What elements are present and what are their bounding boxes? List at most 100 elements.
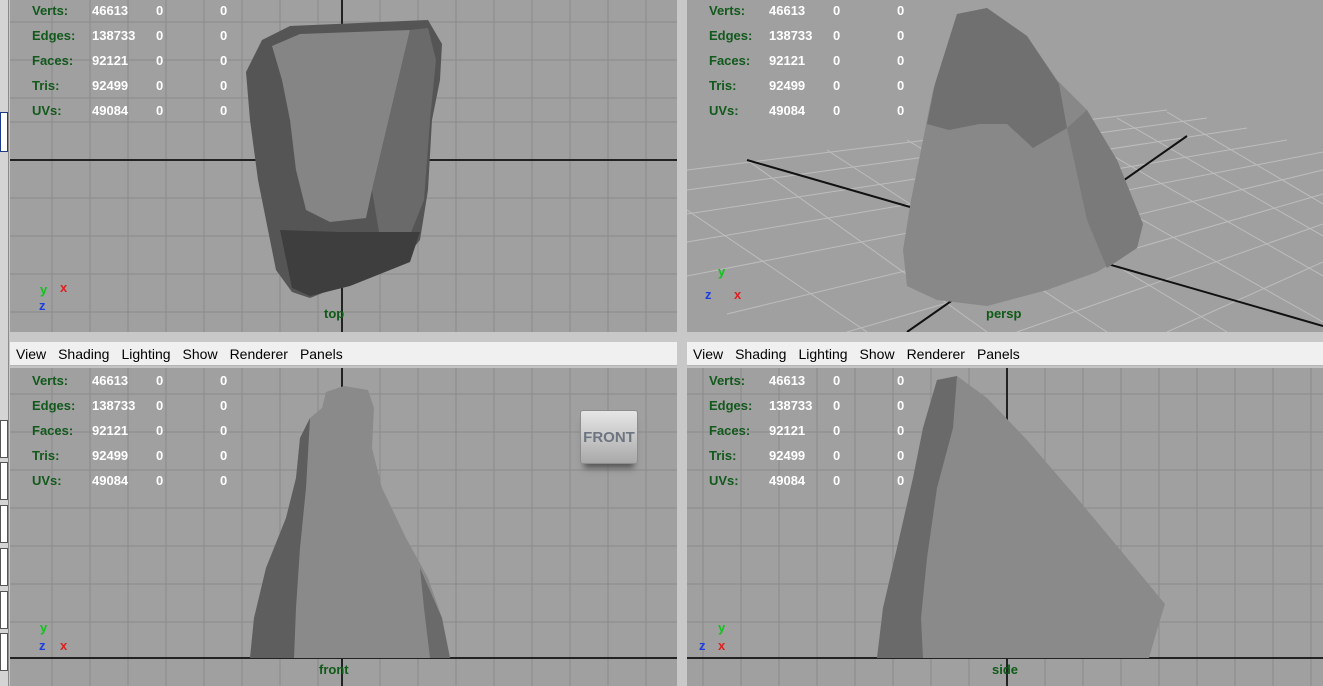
hud-value: 46613	[769, 373, 806, 388]
axis-y-label: y	[40, 282, 48, 297]
grid	[687, 368, 1323, 686]
hud-value: 0	[833, 28, 841, 43]
hud-label-edges: Edges:	[709, 398, 753, 413]
menu-panels[interactable]: Panels	[300, 346, 343, 362]
viewport-pane-side[interactable]: View Shading Lighting Show Renderer Pane…	[687, 342, 1323, 686]
hud-value: 49084	[769, 473, 806, 488]
menu-view[interactable]: View	[16, 346, 46, 362]
hud-label-tris: Tris:	[32, 448, 60, 463]
rock-mesh[interactable]	[877, 376, 1165, 658]
viewport-side[interactable]: side y z x Verts: 46613 0 0 Edges: 138733 0 0 …	[687, 368, 1323, 686]
menu-lighting[interactable]: Lighting	[798, 346, 847, 362]
hud-value: 0	[897, 28, 905, 43]
hud-value: 46613	[92, 373, 129, 388]
tool-icon[interactable]	[0, 591, 8, 629]
hud-value: 0	[897, 398, 905, 413]
hud-label-edges: Edges:	[709, 28, 753, 43]
hud-value: 0	[220, 423, 228, 438]
hud-value: 0	[897, 448, 905, 463]
viewport-persp[interactable]: persp y z x Verts: 46613 0 0 Edges: 138733 0 0…	[687, 0, 1323, 332]
viewport-pane-top[interactable]: top y x z Verts: 46613 0 0 Edges: 138733 0 0 F…	[10, 0, 677, 332]
hud-value: 0	[220, 473, 228, 488]
hud-value: 49084	[92, 103, 129, 118]
hud-value: 0	[897, 103, 905, 118]
menu-shading[interactable]: Shading	[58, 346, 109, 362]
hud-value: 0	[156, 3, 164, 18]
hud-value: 0	[833, 3, 841, 18]
axis-z-label: z	[705, 287, 712, 302]
viewport-pane-persp[interactable]: persp y z x Verts: 46613 0 0 Edges: 138733 0 0…	[687, 0, 1323, 332]
menu-renderer[interactable]: Renderer	[230, 346, 288, 362]
menu-renderer[interactable]: Renderer	[907, 346, 965, 362]
axis-x-label: x	[60, 280, 68, 295]
hud-label-verts: Verts:	[709, 373, 746, 388]
hud-value: 0	[833, 423, 841, 438]
grid	[10, 0, 677, 332]
viewport-front[interactable]: FRONT front y z x Verts: 46613 0 0 Edges: 13…	[10, 368, 677, 686]
axis-z-label: z	[39, 298, 46, 313]
hud-label-edges: Edges:	[32, 398, 76, 413]
hud-value: 92121	[92, 423, 129, 438]
hud-value: 138733	[769, 398, 813, 413]
rock-mesh[interactable]	[246, 20, 442, 298]
menu-panels[interactable]: Panels	[977, 346, 1020, 362]
hud-value: 92121	[769, 423, 806, 438]
hud-value: 46613	[92, 3, 129, 18]
axis-x-label: x	[718, 638, 726, 653]
hud-label-tris: Tris:	[709, 448, 737, 463]
left-toolbox-strip	[0, 0, 9, 686]
menu-shading[interactable]: Shading	[735, 346, 786, 362]
hud-value: 0	[156, 448, 164, 463]
panel-menubar: View Shading Lighting Show Renderer Pane…	[687, 342, 1323, 366]
hud-value: 0	[156, 473, 164, 488]
hud-value: 0	[897, 473, 905, 488]
hud-value: 0	[220, 373, 228, 388]
hud-label-tris: Tris:	[709, 78, 737, 93]
rock-mesh[interactable]	[903, 8, 1143, 306]
hud-value: 0	[220, 448, 228, 463]
tool-icon[interactable]	[0, 633, 8, 671]
hud-value: 0	[220, 78, 228, 93]
axis-z-label: z	[699, 638, 706, 653]
menu-view[interactable]: View	[693, 346, 723, 362]
viewport-pane-front[interactable]: View Shading Lighting Show Renderer Pane…	[10, 342, 677, 686]
hud-value: 46613	[769, 3, 806, 18]
camera-name-label: side	[992, 662, 1019, 677]
axis-y-label: y	[40, 620, 48, 635]
hud-label-faces: Faces:	[709, 53, 751, 68]
hud-value: 49084	[92, 473, 129, 488]
hud-value: 0	[833, 53, 841, 68]
hud-label-tris: Tris:	[32, 78, 60, 93]
hud-value: 0	[156, 103, 164, 118]
axis-y-label: y	[718, 620, 726, 635]
camera-name-label: top	[324, 306, 345, 321]
hud-value: 0	[897, 373, 905, 388]
hud-label-uvs: UVs:	[32, 103, 62, 118]
tool-icon[interactable]	[0, 505, 8, 543]
hud-label-uvs: UVs:	[32, 473, 62, 488]
hud-value: 0	[220, 3, 228, 18]
hud-label-faces: Faces:	[32, 53, 74, 68]
tool-icon[interactable]	[0, 548, 8, 586]
hud-value: 0	[220, 53, 228, 68]
hud-value: 0	[156, 53, 164, 68]
hud-value: 0	[220, 28, 228, 43]
hud-label-uvs: UVs:	[709, 103, 739, 118]
hud-value: 0	[833, 398, 841, 413]
axis-z-label: z	[39, 638, 46, 653]
menu-show[interactable]: Show	[183, 346, 218, 362]
axis-x-label: x	[60, 638, 68, 653]
menu-show[interactable]: Show	[860, 346, 895, 362]
tool-icon[interactable]	[0, 462, 8, 500]
hud-value: 0	[156, 78, 164, 93]
viewport-top[interactable]: top y x z Verts: 46613 0 0 Edges: 138733 0 0 F…	[10, 0, 677, 332]
tool-icon[interactable]	[0, 420, 8, 458]
hud-label-faces: Faces:	[32, 423, 74, 438]
hud-value: 0	[897, 423, 905, 438]
hud-value: 92121	[769, 53, 806, 68]
menu-lighting[interactable]: Lighting	[121, 346, 170, 362]
hud-value: 0	[220, 103, 228, 118]
tool-icon[interactable]	[0, 112, 8, 152]
view-cube[interactable]: FRONT	[580, 410, 638, 464]
axis-y-label: y	[718, 264, 726, 279]
